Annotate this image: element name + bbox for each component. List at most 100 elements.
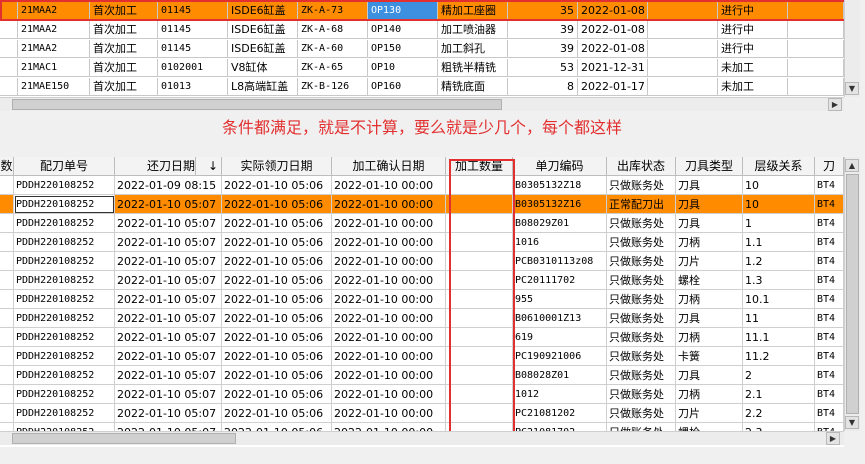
cell-confirm[interactable]: 2022-01-10 00:00 [332,252,446,271]
cell-confirm[interactable]: 2022-01-10 00:00 [332,271,446,290]
bottom-vertical-scrollbar[interactable]: ▲ ▼ [844,157,860,431]
table-row[interactable]: 21MAE150 首次加工 01013 L8高端缸盖 ZK-B-126 OP160 精铣底面… [0,78,844,97]
table-row[interactable]: PDDH2201082522022-01-10 05:072022-01-10 … [0,404,844,423]
table-row[interactable]: PDDH2201082522022-01-10 05:07 2022-01-10 … [0,271,844,290]
cell-blank[interactable] [648,78,718,96]
cell-idx[interactable] [0,347,14,366]
cell-model[interactable]: L8高端缸盖 [228,78,298,96]
cell-level[interactable]: 1.3 [743,271,815,290]
cell-level[interactable]: 2.2 [743,404,815,423]
cell-part[interactable]: 21MAE150 [18,78,90,96]
cell-extra[interactable]: BT4 [815,233,844,252]
cell-code[interactable]: B0610001Z13 [513,309,607,328]
cell-blank2[interactable] [788,59,844,77]
cell-op[interactable]: OP140 [368,21,438,39]
cell-type[interactable]: 刀片 [676,404,743,423]
cell-order[interactable]: PDDH220108252 [14,385,115,404]
cell-date[interactable]: 2022-01-17 [578,78,648,96]
cell-idx[interactable] [0,309,14,328]
cell-blank2[interactable] [788,78,844,96]
cell-code[interactable]: B0305132Z16 [513,195,607,214]
cell-extra[interactable]: BT4 [815,290,844,309]
cell-idx[interactable] [0,252,14,271]
cell-type[interactable]: 刀具 [676,366,743,385]
bottom-data-grid[interactable]: 数配刀单号 还刀日期 ↓ 实际领刀日期 加工确认日期 加工数量 单刀编码 出库状态 刀具类型 层级… [0,157,844,447]
cell-status[interactable]: 进行中 [718,40,788,58]
cell-state[interactable]: 只做账务处 [607,366,676,385]
cell-extra[interactable]: BT4 [815,271,844,290]
cell-code[interactable]: 1016 [513,233,607,252]
cell-confirm[interactable]: 2022-01-10 00:00 [332,176,446,195]
cell-qty[interactable]: 8 [508,78,578,96]
cell-order[interactable]: PDDH220108252 [14,271,115,290]
cell-level[interactable]: 1.1 [743,233,815,252]
cell-code[interactable]: 01145 [158,21,228,39]
column-header-type[interactable]: 刀具类型 [676,157,743,176]
cell-order[interactable]: PDDH220108252 [14,404,115,423]
table-row[interactable]: PDDH2201082522022-01-10 05:072022-01-10 … [0,233,844,252]
cell-idx[interactable] [0,271,14,290]
cell-program[interactable]: ZK-A-68 [298,21,368,39]
cell-date[interactable]: 2022-01-08 [578,21,648,39]
cell-extra[interactable]: BT4 [815,309,844,328]
column-header-confirm[interactable]: 加工确认日期 [332,157,446,176]
cell-type[interactable]: 刀柄 [676,385,743,404]
cell-type[interactable]: 刀片 [676,252,743,271]
cell-confirm[interactable]: 2022-01-10 00:00 [332,404,446,423]
arrow-right-icon[interactable]: ▶ [828,98,842,111]
cell-actual[interactable]: 2022-01-10 05:06 [222,176,332,195]
table-row[interactable]: 21MAC1 首次加工 0102001 V8缸体 ZK-A-65 OP10 粗铣半精铣 53 2… [0,59,844,78]
cell-program[interactable]: ZK-A-60 [298,40,368,58]
cell-actual[interactable]: 2022-01-10 05:06 [222,195,332,214]
cell-extra[interactable]: BT4 [815,385,844,404]
cell-part[interactable]: 21MAA2 [18,40,90,58]
cell-return[interactable]: 2022-01-10 05:07 [115,233,222,252]
scroll-thumb[interactable] [12,433,236,444]
cell-return[interactable]: 2022-01-10 05:07 [115,309,222,328]
cell-state[interactable]: 只做账务处 [607,309,676,328]
cell-status[interactable]: 未加工 [718,59,788,77]
table-row[interactable]: 21MAA2 首次加工 01145 ISDE6缸盖 ZK-A-60 OP150 加工斜孔 39… [0,40,844,59]
cell-process[interactable]: 粗铣半精铣 [438,59,508,77]
cell-return[interactable]: 2022-01-10 05:07 [115,328,222,347]
cell-date[interactable]: 2022-01-08 [578,40,648,58]
cell-order[interactable]: PDDH220108252 [14,233,115,252]
cell-program[interactable]: ZK-A-65 [298,59,368,77]
cell-actual[interactable]: 2022-01-10 05:06 [222,328,332,347]
cell-order[interactable]: PDDH220108252 [14,347,115,366]
sort-arrow-icon[interactable]: ↓ [196,157,222,176]
arrow-down-icon[interactable]: ▼ [845,82,859,95]
cell-state[interactable]: 正常配刀出 [607,195,676,214]
cell-level[interactable]: 2.1 [743,385,815,404]
cell-idx[interactable] [0,176,14,195]
cell-model[interactable]: ISDE6缸盖 [228,21,298,39]
cell-return[interactable]: 2022-01-10 05:07 [115,271,222,290]
table-row[interactable]: PDDH220108252 2022-01-09 08:15 2022-01-10 … [0,176,844,195]
cell-level[interactable]: 11.1 [743,328,815,347]
cell-order[interactable]: PDDH220108252 [14,252,115,271]
cell-level[interactable]: 10 [743,195,815,214]
row-indicator[interactable] [0,21,18,39]
cell-qty[interactable]: 39 [508,21,578,39]
cell-code[interactable]: PC20111702 [513,271,607,290]
cell-process[interactable]: 加工斜孔 [438,40,508,58]
cell-return[interactable]: 2022-01-10 05:07 [115,366,222,385]
cell-code[interactable]: PCB0310113z08 [513,252,607,271]
column-header-order[interactable]: 配刀单号 [14,157,115,176]
cell-code[interactable]: 619 [513,328,607,347]
cell-order[interactable]: PDDH220108252 [14,290,115,309]
cell-qty[interactable]: 53 [508,59,578,77]
cell-extra[interactable]: BT4 [815,176,844,195]
cell-state[interactable]: 只做账务处 [607,290,676,309]
cell-actual[interactable]: 2022-01-10 05:06 [222,309,332,328]
cell-process[interactable]: 精铣底面 [438,78,508,96]
cell-return[interactable]: 2022-01-10 05:07 [115,214,222,233]
cell-type[interactable]: 刀具 [676,214,743,233]
cell-state[interactable]: 只做账务处 [607,252,676,271]
cell-code[interactable]: B0305132Z18 [513,176,607,195]
column-header-level[interactable]: 层级关系 [743,157,815,176]
cell-op[interactable]: OP10 [368,59,438,77]
cell-extra[interactable]: BT4 [815,195,844,214]
cell-type[interactable]: 刀具 [676,309,743,328]
cell-idx[interactable] [0,366,14,385]
